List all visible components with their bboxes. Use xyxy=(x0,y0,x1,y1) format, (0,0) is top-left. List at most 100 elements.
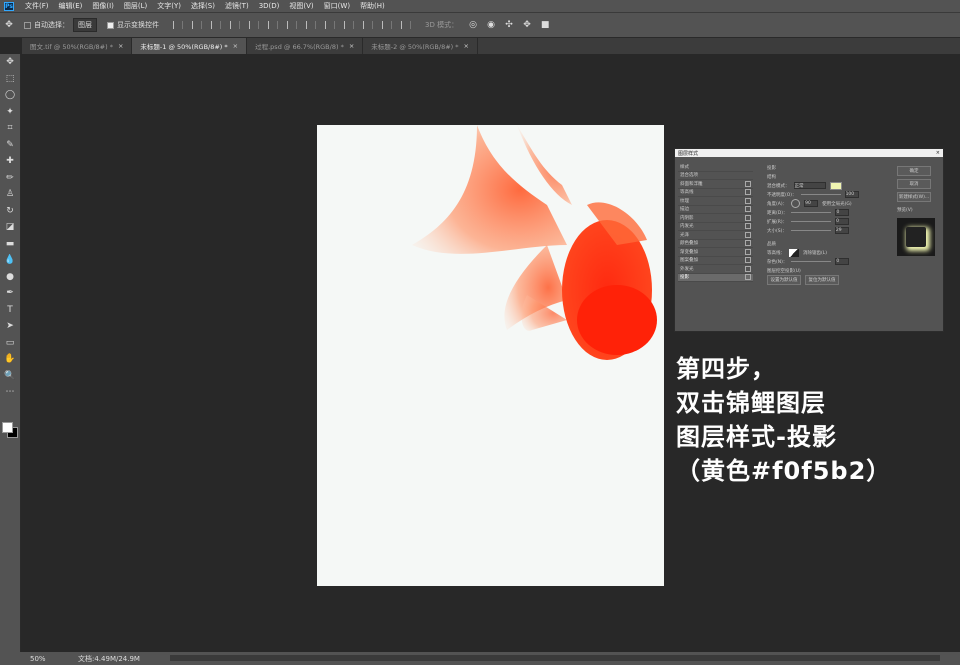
distance-input[interactable]: 0 xyxy=(835,209,850,216)
more-icon[interactable]: ⋯ xyxy=(0,384,20,401)
style-item[interactable]: 样式 xyxy=(678,163,753,172)
gradient-icon[interactable]: ▬ xyxy=(0,236,20,253)
style-checkbox[interactable] xyxy=(745,206,751,213)
menu-edit[interactable]: 编辑(E) xyxy=(54,1,88,11)
angle-input[interactable]: 90 xyxy=(804,200,819,207)
style-checkbox[interactable] xyxy=(745,257,751,264)
style-item[interactable]: 内阴影 xyxy=(678,214,753,223)
style-item[interactable]: 内发光 xyxy=(678,223,753,231)
stamp-icon[interactable]: ♙ xyxy=(0,186,20,203)
distribute-bottom-icon[interactable] xyxy=(325,21,335,29)
opacity-input[interactable]: 100 xyxy=(844,191,859,198)
style-checkbox[interactable] xyxy=(745,274,751,281)
noise-slider[interactable] xyxy=(791,261,832,262)
antialias-label[interactable]: 消除锯齿(L) xyxy=(803,250,827,256)
slide-3d-icon[interactable]: ✥ xyxy=(522,20,532,30)
align-top-icon[interactable] xyxy=(173,21,183,29)
menu-view[interactable]: 视图(V) xyxy=(284,1,318,11)
style-checkbox[interactable] xyxy=(745,240,751,247)
align-right-icon[interactable] xyxy=(268,21,278,29)
style-item[interactable]: 投影 xyxy=(678,273,753,282)
document-canvas[interactable] xyxy=(317,125,664,586)
opacity-slider[interactable] xyxy=(800,194,841,195)
menu-help[interactable]: 帮助(H) xyxy=(355,1,390,11)
menu-3d[interactable]: 3D(D) xyxy=(254,2,285,10)
move-tool-icon[interactable]: ✥ xyxy=(4,20,14,30)
menu-window[interactable]: 窗口(W) xyxy=(319,1,355,11)
style-checkbox[interactable] xyxy=(745,180,751,187)
path-select-icon[interactable]: ➤ xyxy=(0,318,20,335)
style-item[interactable]: 颜色叠加 xyxy=(678,240,753,248)
style-item[interactable]: 图案叠加 xyxy=(678,257,753,265)
style-checkbox[interactable] xyxy=(745,223,751,230)
spread-slider[interactable] xyxy=(791,221,832,222)
blend-mode-select[interactable]: 正常 xyxy=(793,182,826,189)
menu-filter[interactable]: 滤镜(T) xyxy=(220,1,254,11)
brush-icon[interactable]: ✏ xyxy=(0,170,20,187)
ok-button[interactable]: 确定 xyxy=(897,166,931,176)
tab-doc-1[interactable]: 图文.tif @ 50%(RGB/8#) * × xyxy=(22,38,133,54)
set-default-button[interactable]: 设置为默认值 xyxy=(767,274,801,285)
align-hcenter-icon[interactable] xyxy=(249,21,259,29)
shadow-color-swatch[interactable] xyxy=(829,181,842,190)
lasso-icon[interactable]: ◯ xyxy=(0,87,20,104)
style-item[interactable]: 光泽 xyxy=(678,231,753,240)
style-item[interactable]: 外发光 xyxy=(678,265,753,274)
menu-image[interactable]: 图像(I) xyxy=(87,1,119,11)
healing-icon[interactable]: ✚ xyxy=(0,153,20,170)
scale-3d-icon[interactable]: ■ xyxy=(540,20,550,30)
style-item[interactable]: 混合选项 xyxy=(678,172,753,180)
distribute-hcenter-icon[interactable] xyxy=(363,21,373,29)
orbit-3d-icon[interactable]: ◎ xyxy=(468,20,478,30)
history-brush-icon[interactable]: ↻ xyxy=(0,203,20,220)
menu-select[interactable]: 选择(S) xyxy=(186,1,220,11)
zoom-icon[interactable]: 🔍 xyxy=(0,368,20,385)
style-checkbox[interactable] xyxy=(745,231,751,238)
type-icon[interactable]: T xyxy=(0,302,20,319)
tab-doc-3[interactable]: 过程.psd @ 66.7%(RGB/8) * × xyxy=(247,38,364,54)
knockout-label[interactable]: 图层挖空投影(U) xyxy=(767,268,801,274)
tab-doc-4[interactable]: 未标题-2 @ 50%(RGB/8#) * × xyxy=(363,38,478,54)
style-item[interactable]: 描边 xyxy=(678,206,753,214)
style-checkbox[interactable] xyxy=(745,248,751,255)
eyedropper-icon[interactable]: ✎ xyxy=(0,137,20,154)
dialog-title-bar[interactable]: 图层样式 × xyxy=(675,149,943,157)
distribute-right-icon[interactable] xyxy=(382,21,392,29)
style-item[interactable]: 斜面和浮雕 xyxy=(678,180,753,189)
blur-icon[interactable]: 💧 xyxy=(0,252,20,269)
style-item[interactable]: 等高线 xyxy=(678,189,753,197)
global-light-label[interactable]: 使用全局光(G) xyxy=(822,201,852,207)
noise-input[interactable]: 0 xyxy=(835,258,850,265)
angle-dial[interactable] xyxy=(791,199,801,208)
close-icon[interactable]: × xyxy=(118,42,123,50)
distribute-top-icon[interactable] xyxy=(287,21,297,29)
close-icon[interactable]: × xyxy=(936,150,940,156)
new-style-button[interactable]: 新建样式(W)... xyxy=(897,192,931,202)
style-checkbox[interactable] xyxy=(745,214,751,221)
align-left-icon[interactable] xyxy=(230,21,240,29)
reset-default-button[interactable]: 复位为默认值 xyxy=(805,274,839,285)
distribute-vcenter-icon[interactable] xyxy=(306,21,316,29)
distance-slider[interactable] xyxy=(791,212,832,213)
show-transform-checkbox[interactable] xyxy=(107,21,114,29)
preview-label[interactable]: 预览(V) xyxy=(897,207,913,213)
cancel-button[interactable]: 取消 xyxy=(897,179,931,189)
style-checkbox[interactable] xyxy=(745,197,751,204)
dodge-icon[interactable]: ● xyxy=(0,269,20,286)
align-bottom-icon[interactable] xyxy=(211,21,221,29)
roll-3d-icon[interactable]: ◉ xyxy=(486,20,496,30)
close-icon[interactable]: × xyxy=(233,42,238,50)
size-input[interactable]: 29 xyxy=(834,227,849,234)
move-icon[interactable]: ✥ xyxy=(0,54,20,71)
distribute-left-icon[interactable] xyxy=(344,21,354,29)
close-icon[interactable]: × xyxy=(349,42,354,50)
close-icon[interactable]: × xyxy=(464,42,469,50)
magic-wand-icon[interactable]: ✦ xyxy=(0,104,20,121)
tab-doc-2[interactable]: 未标题-1 @ 50%(RGB/8#) * × xyxy=(132,38,248,54)
size-slider[interactable] xyxy=(790,230,831,231)
rectangle-icon[interactable]: ▭ xyxy=(0,335,20,352)
spread-input[interactable]: 0 xyxy=(835,218,850,225)
pen-icon[interactable]: ✒ xyxy=(0,285,20,302)
align-vcenter-icon[interactable] xyxy=(192,21,202,29)
crop-icon[interactable]: ⌗ xyxy=(0,120,20,137)
